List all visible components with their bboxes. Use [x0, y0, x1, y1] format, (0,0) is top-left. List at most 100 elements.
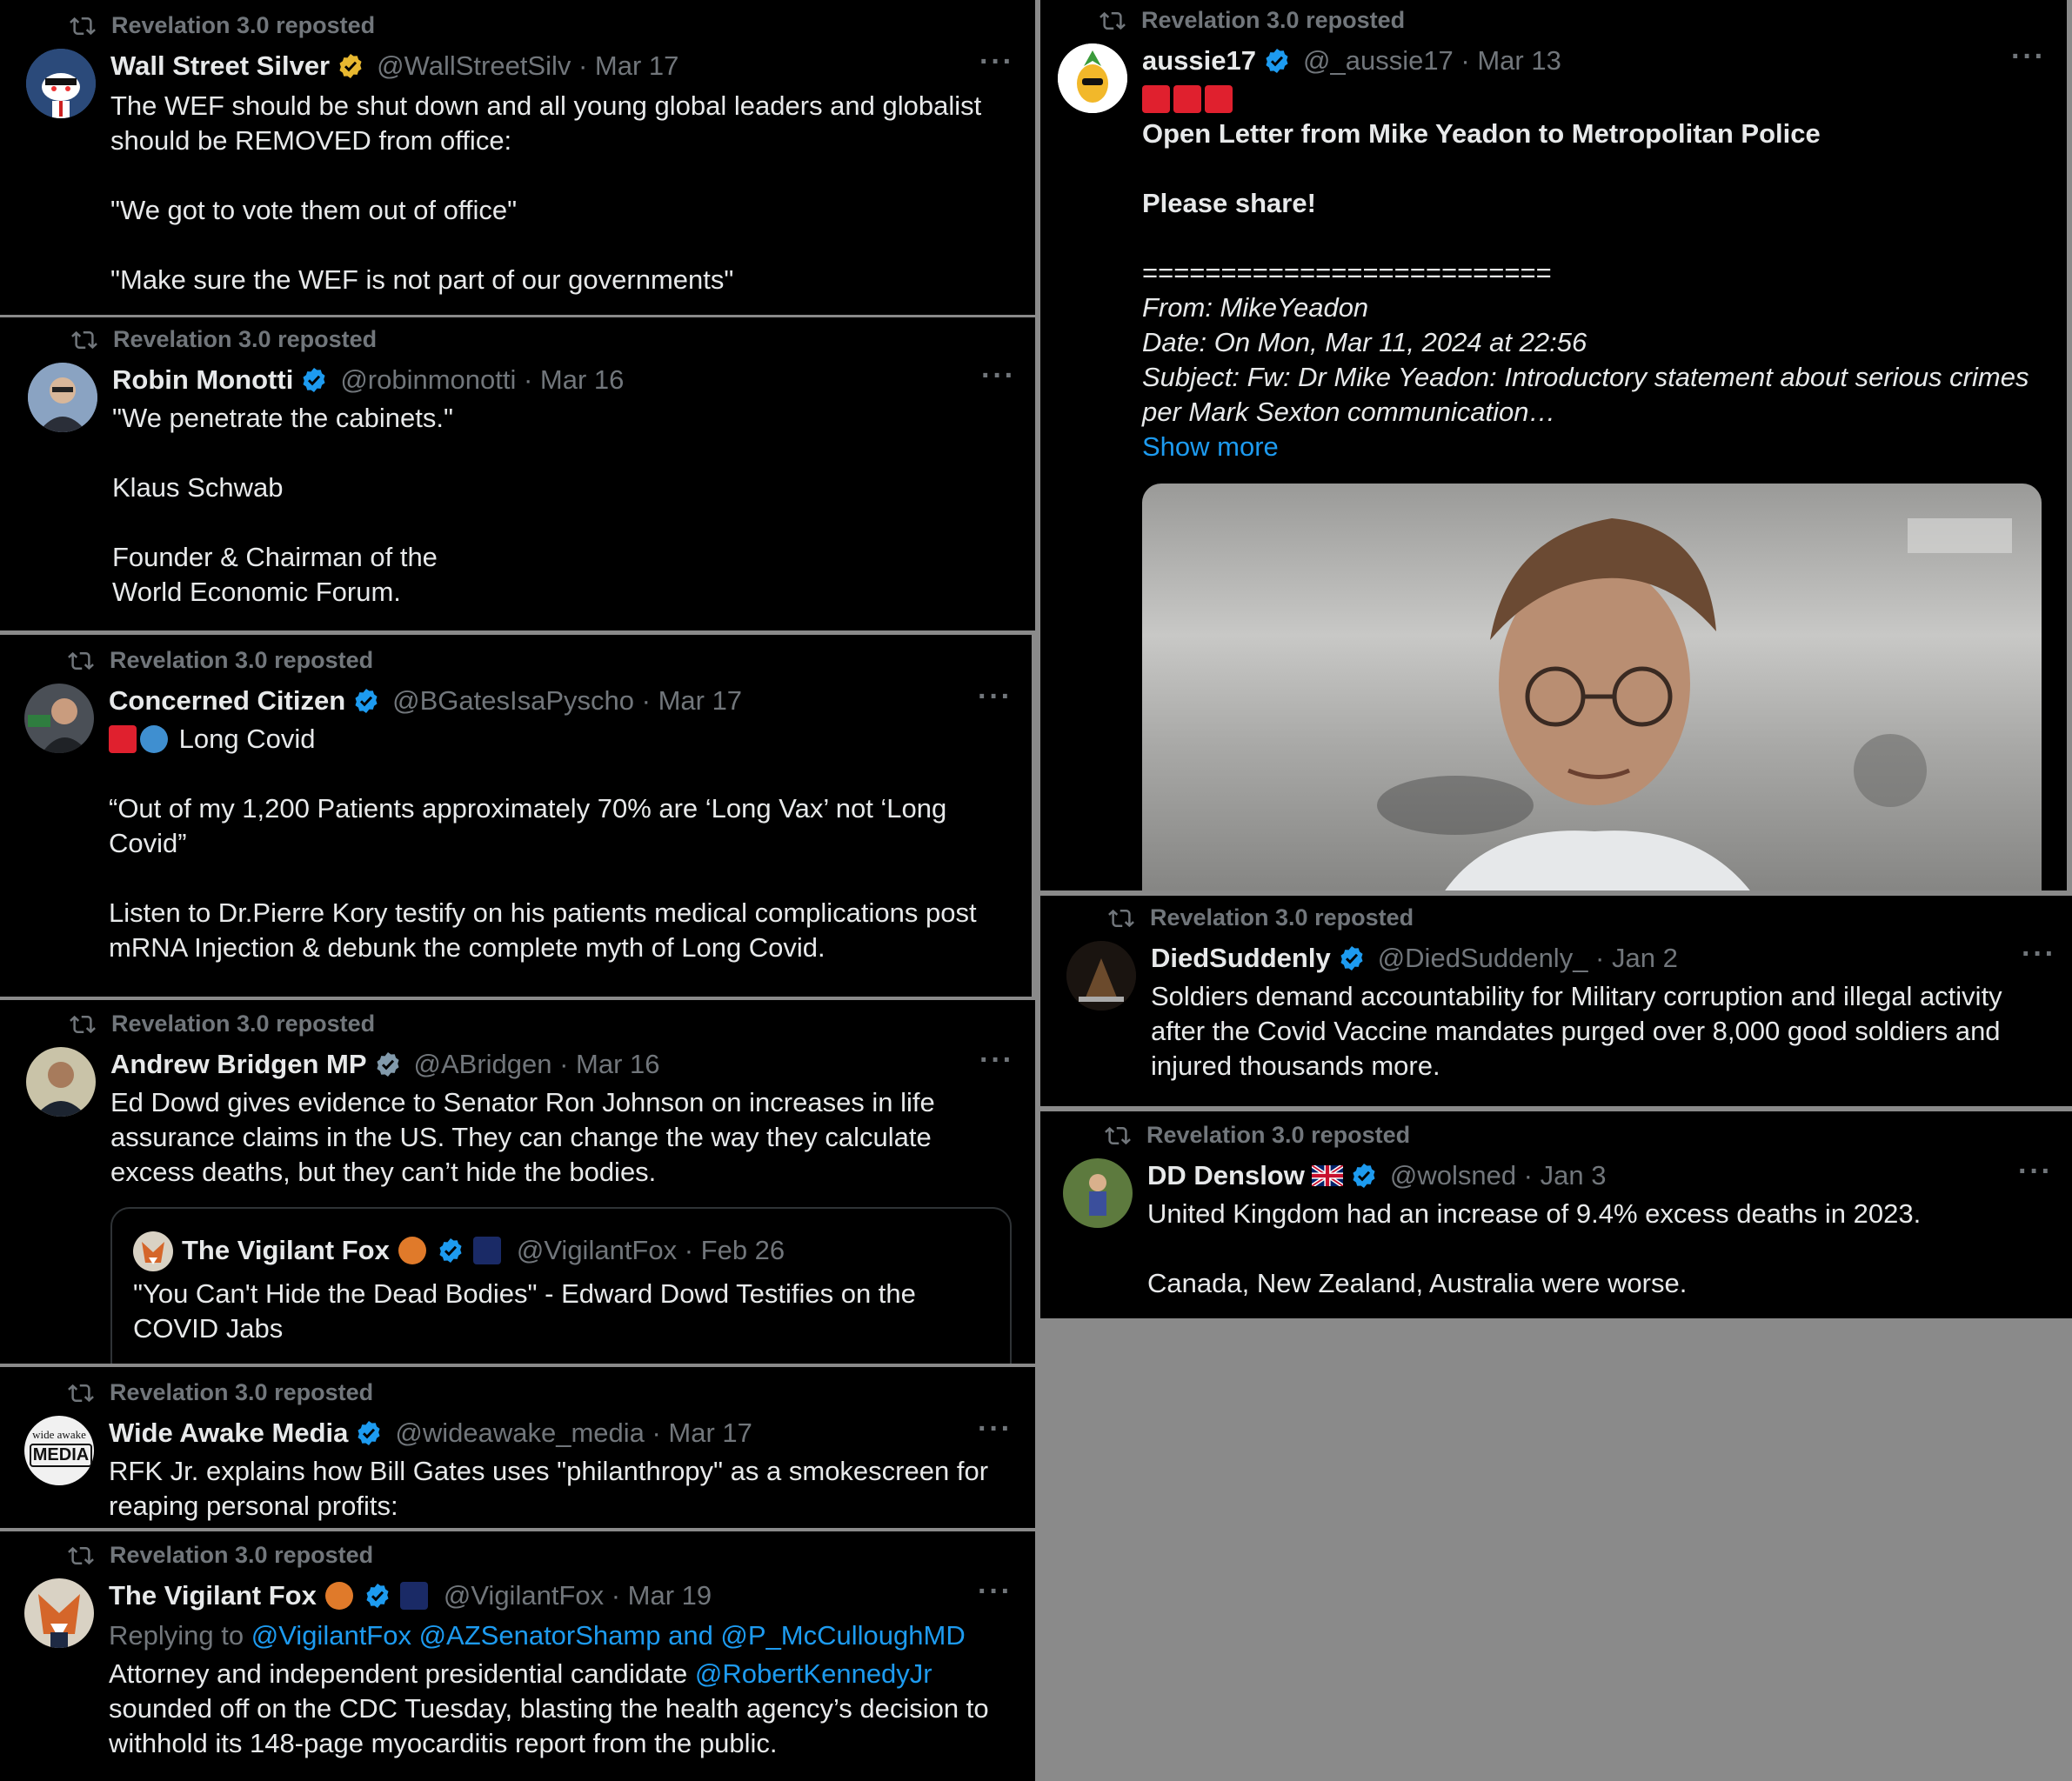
- repost-indicator: Revelation 3.0 reposted: [1105, 1122, 1410, 1149]
- tweet-card[interactable]: Revelation 3.0 reposted Wall Street Silv…: [0, 0, 1035, 315]
- blue-verified-badge-icon: [437, 1237, 465, 1264]
- more-options-icon[interactable]: ···: [978, 1575, 1013, 1609]
- text-line: "You Can't Hide the Dead Bodies" - Edwar…: [133, 1278, 916, 1309]
- fox-emoji-icon: [398, 1237, 426, 1264]
- text-line: Covid”: [109, 828, 187, 858]
- handle-date[interactable]: @_aussie17 · Mar 13: [1303, 45, 1561, 77]
- tweet-text: RFK Jr. explains how Bill Gates uses "ph…: [109, 1454, 1013, 1524]
- display-name[interactable]: DD Denslow: [1147, 1160, 1305, 1191]
- tweet-header: Wall Street Silver @WallStreetSilv · Mar…: [110, 50, 678, 82]
- handle-date[interactable]: @wolsned · Jan 3: [1390, 1160, 1607, 1191]
- avatar[interactable]: [24, 1578, 94, 1648]
- text-line: should be REMOVED from office:: [110, 125, 512, 156]
- avatar[interactable]: [24, 684, 94, 753]
- blue-verified-badge-icon: [1350, 1162, 1378, 1190]
- more-options-icon[interactable]: ···: [979, 1044, 1014, 1077]
- more-options-icon[interactable]: ···: [2018, 1155, 2053, 1189]
- repost-icon: [70, 13, 96, 39]
- tweet-card[interactable]: Revelation 3.0 reposted aussie17 @_aussi…: [1040, 0, 2067, 890]
- profile-photo-icon: [26, 1047, 96, 1117]
- tweet-card[interactable]: Revelation 3.0 reposted The Vigilant Fox…: [0, 1531, 1035, 1781]
- died-suddenly-poster-avatar-icon: [1066, 941, 1136, 1011]
- text-line: Listen to Dr.Pierre Kory testify on his …: [109, 897, 977, 928]
- replying-to-label: Replying to: [109, 1620, 244, 1651]
- repost-icon: [71, 327, 97, 353]
- tweet-card[interactable]: Revelation 3.0 reposted Andrew Bridgen M…: [0, 1000, 1035, 1364]
- avatar[interactable]: [1058, 43, 1127, 113]
- more-options-icon[interactable]: ···: [981, 359, 1016, 393]
- avatar[interactable]: [26, 49, 96, 118]
- blue-verified-badge-icon: [364, 1582, 391, 1610]
- gold-verified-badge-icon: [337, 52, 364, 80]
- tweet-card[interactable]: Revelation 3.0 reposted DiedSuddenly @Di…: [1040, 896, 2072, 1106]
- text-line: reaping personal profits:: [109, 1491, 398, 1521]
- tweet-text: The WEF should be shut down and all youn…: [110, 89, 1015, 297]
- repost-label: Revelation 3.0 reposted: [1141, 7, 1406, 33]
- text-line: Founder & Chairman of the: [112, 542, 438, 572]
- avatar[interactable]: wide awake MEDIA: [24, 1416, 94, 1485]
- text-line: The WEF should be shut down and all youn…: [110, 90, 982, 121]
- repost-label: Revelation 3.0 reposted: [111, 12, 376, 38]
- globe-emoji-icon: [140, 725, 168, 753]
- display-name[interactable]: Andrew Bridgen MP: [110, 1049, 367, 1080]
- avatar[interactable]: [1066, 941, 1136, 1011]
- affiliate-badge-icon: [399, 1582, 428, 1610]
- tweet-card[interactable]: Revelation 3.0 reposted Concerned Citize…: [0, 635, 1032, 997]
- mention-link[interactable]: @RobertKennedyJr: [695, 1658, 932, 1689]
- reddit-alien-avatar-icon: [26, 49, 96, 118]
- text-line: United Kingdom had an increase of 9.4% e…: [1147, 1198, 1922, 1229]
- display-name[interactable]: Robin Monotti: [112, 364, 293, 396]
- tweet-text: Open Letter from Mike Yeadon to Metropol…: [1142, 82, 2055, 464]
- avatar[interactable]: [26, 1047, 96, 1117]
- more-options-icon[interactable]: ···: [978, 1412, 1013, 1446]
- quote-header: The Vigilant Fox @VigilantFox · Feb 26: [182, 1235, 785, 1266]
- tweet-card[interactable]: Revelation 3.0 reposted wide awake MEDIA…: [0, 1367, 1035, 1528]
- quoted-tweet[interactable]: The Vigilant Fox @VigilantFox · Feb 26 "…: [110, 1207, 1012, 1364]
- show-more-link[interactable]: Show more: [1142, 430, 2055, 464]
- tweet-media-photo[interactable]: [1142, 484, 2042, 890]
- repost-icon: [1099, 8, 1126, 34]
- repost-icon: [1105, 1123, 1131, 1149]
- more-options-icon[interactable]: ···: [978, 680, 1013, 714]
- tweet-card[interactable]: Revelation 3.0 reposted Robin Monotti @r…: [0, 317, 1035, 630]
- tweet-header: Wide Awake Media @wideawake_media · Mar …: [109, 1417, 752, 1449]
- avatar-text-top: wide awake: [32, 1428, 86, 1441]
- grey-verified-badge-icon: [374, 1051, 402, 1078]
- handle-date[interactable]: @VigilantFox · Mar 19: [444, 1580, 712, 1611]
- more-options-icon[interactable]: ···: [979, 45, 1014, 79]
- display-name[interactable]: Wide Awake Media: [109, 1417, 348, 1449]
- more-options-icon[interactable]: ···: [2022, 937, 2056, 971]
- blue-verified-badge-icon: [1338, 944, 1366, 972]
- handle-date[interactable]: @BGatesIsaPyscho · Mar 17: [392, 685, 742, 717]
- avatar[interactable]: [28, 363, 97, 432]
- blue-verified-badge-icon: [355, 1419, 383, 1447]
- handle-date[interactable]: @WallStreetSilv · Mar 17: [377, 50, 678, 82]
- profile-photo-icon: [28, 363, 97, 432]
- man-portrait-photo: [1377, 518, 2012, 890]
- repost-icon: [68, 648, 94, 674]
- display-name[interactable]: The Vigilant Fox: [109, 1580, 317, 1611]
- share-line: Please share!: [1142, 188, 1316, 218]
- tweet-card[interactable]: Revelation 3.0 reposted DD Denslow @wols…: [1040, 1111, 2072, 1318]
- avatar[interactable]: [1063, 1158, 1133, 1228]
- text-line: Date: On Mon, Mar 11, 2024 at 22:56: [1142, 327, 1587, 357]
- handle-date[interactable]: @wideawake_media · Mar 17: [395, 1417, 752, 1449]
- more-options-icon[interactable]: ···: [2011, 40, 2046, 74]
- repost-indicator: Revelation 3.0 reposted: [1099, 7, 1405, 34]
- display-name[interactable]: Concerned Citizen: [109, 685, 345, 717]
- display-name[interactable]: DiedSuddenly: [1151, 943, 1331, 974]
- handle-date[interactable]: @ABridgen · Mar 16: [414, 1049, 660, 1080]
- text-line: RFK Jr. explains how Bill Gates uses "ph…: [109, 1456, 989, 1486]
- text-line: COVID Jabs: [133, 1313, 284, 1344]
- display-name[interactable]: aussie17: [1142, 45, 1256, 77]
- handle-date[interactable]: @robinmonotti · Mar 16: [340, 364, 624, 396]
- uk-flag-icon: [1311, 1165, 1343, 1186]
- reply-handles-link[interactable]: @VigilantFox @AZSenatorShamp and @P_McCu…: [251, 1620, 966, 1651]
- tweet-text: United Kingdom had an increase of 9.4% e…: [1147, 1197, 2061, 1301]
- fox-emoji-icon: [324, 1582, 353, 1610]
- tweet-text: Long Covid “Out of my 1,200 Patients app…: [109, 722, 1013, 965]
- siren-emoji-icon: [109, 725, 137, 753]
- repost-label: Revelation 3.0 reposted: [110, 647, 374, 673]
- display-name[interactable]: Wall Street Silver: [110, 50, 330, 82]
- handle-date[interactable]: @DiedSuddenly_ · Jan 2: [1378, 943, 1678, 974]
